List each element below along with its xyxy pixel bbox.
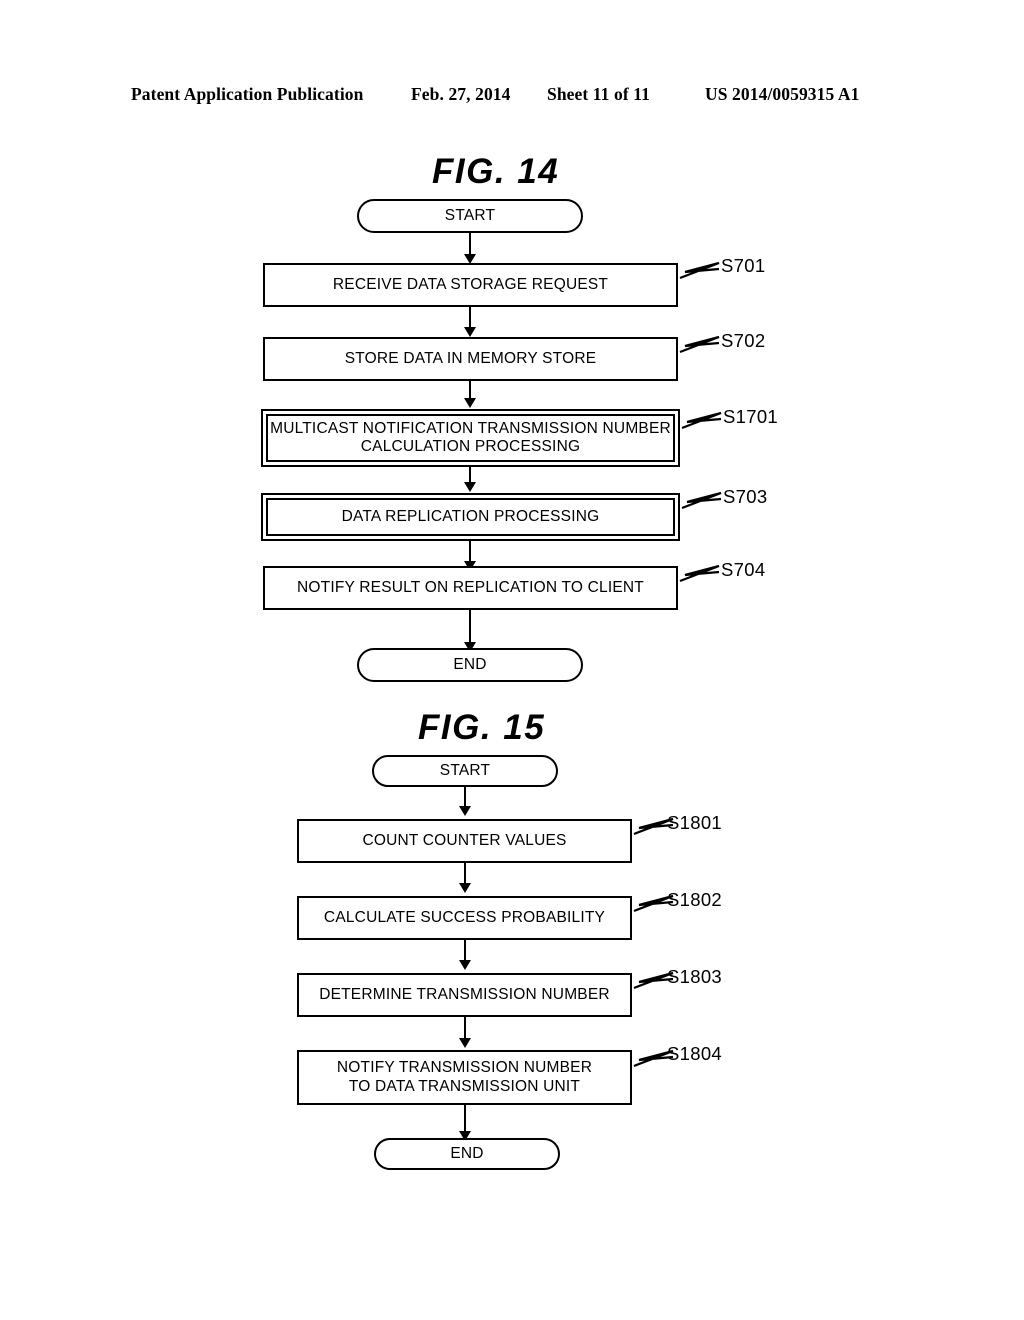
header-patent-number: US 2014/0059315 A1 [705, 84, 860, 104]
fig14-end-terminator: END [357, 648, 583, 682]
fig15-start-terminator: START [372, 755, 558, 787]
fig15-arrowhead-s1804 [459, 1038, 471, 1048]
fig14-leader-s703 [681, 488, 725, 514]
fig14-arrowhead-s703 [464, 482, 476, 492]
fig14-end-label: END [453, 655, 487, 673]
fig15-step-s1804-box: NOTIFY TRANSMISSION NUMBER TO DATA TRANS… [297, 1050, 632, 1105]
fig14-step-ref-s1701: S1701 [723, 406, 778, 427]
fig14-connector-s704-to-end [469, 610, 471, 646]
fig14-leader-s704 [679, 561, 723, 587]
fig14-leader-s1701 [681, 408, 725, 434]
fig14-step-s1701-box: MULTICAST NOTIFICATION TRANSMISSION NUMB… [261, 409, 680, 467]
fig15-step-s1801-label: COUNT COUNTER VALUES [362, 831, 567, 849]
fig15-end-label: END [450, 1144, 484, 1162]
fig14-step-ref-s702: S702 [721, 330, 766, 351]
fig15-arrowhead-s1802 [459, 883, 471, 893]
publication-header: Patent Application Publication Feb. 27, … [0, 84, 1024, 110]
fig14-step-s703-inner-frame: DATA REPLICATION PROCESSING [266, 498, 675, 536]
fig14-step-s704-label: NOTIFY RESULT ON REPLICATION TO CLIENT [297, 578, 644, 596]
figure-15-title: FIG. 15 [418, 708, 546, 747]
fig14-step-s703-box: DATA REPLICATION PROCESSING [261, 493, 680, 541]
fig15-step-ref-s1803: S1803 [667, 966, 722, 987]
fig14-leader-s701 [679, 258, 723, 284]
fig15-step-s1801-box: COUNT COUNTER VALUES [297, 819, 632, 863]
fig15-arrowhead-s1803 [459, 960, 471, 970]
fig14-start-label: START [444, 206, 496, 224]
fig15-start-label: START [439, 761, 491, 779]
fig14-step-s702-label: STORE DATA IN MEMORY STORE [344, 349, 597, 367]
header-publication-title: Patent Application Publication [131, 84, 364, 104]
fig14-step-s702-box: STORE DATA IN MEMORY STORE [263, 337, 678, 381]
fig14-start-terminator: START [357, 199, 583, 233]
fig14-step-s1701-inner-frame: MULTICAST NOTIFICATION TRANSMISSION NUMB… [266, 414, 675, 462]
fig14-leader-s702 [679, 332, 723, 358]
fig15-step-s1803-box: DETERMINE TRANSMISSION NUMBER [297, 973, 632, 1017]
fig14-step-s1701-label: MULTICAST NOTIFICATION TRANSMISSION NUMB… [270, 419, 671, 455]
header-publication-date: Feb. 27, 2014 [411, 84, 511, 104]
fig14-step-ref-s703: S703 [723, 486, 768, 507]
header-sheet-number: Sheet 11 of 11 [547, 84, 650, 104]
fig14-step-s704-box: NOTIFY RESULT ON REPLICATION TO CLIENT [263, 566, 678, 610]
fig15-step-ref-s1801: S1801 [667, 812, 722, 833]
fig15-step-s1804-label: NOTIFY TRANSMISSION NUMBER TO DATA TRANS… [336, 1059, 593, 1095]
fig15-step-ref-s1802: S1802 [667, 889, 722, 910]
fig14-step-s703-label: DATA REPLICATION PROCESSING [341, 507, 600, 525]
fig15-step-s1802-label: CALCULATE SUCCESS PROBABILITY [323, 908, 606, 926]
fig14-arrowhead-s702 [464, 327, 476, 337]
fig15-end-terminator: END [374, 1138, 560, 1170]
fig15-step-ref-s1804: S1804 [667, 1043, 722, 1064]
fig14-step-s701-label: RECEIVE DATA STORAGE REQUEST [332, 275, 609, 293]
fig15-step-s1802-box: CALCULATE SUCCESS PROBABILITY [297, 896, 632, 940]
fig15-arrowhead-s1801 [459, 806, 471, 816]
fig14-step-ref-s701: S701 [721, 255, 766, 276]
fig15-step-s1803-label: DETERMINE TRANSMISSION NUMBER [319, 985, 610, 1003]
fig14-step-s701-box: RECEIVE DATA STORAGE REQUEST [263, 263, 678, 307]
figure-14-title: FIG. 14 [432, 152, 560, 191]
fig14-step-ref-s704: S704 [721, 559, 766, 580]
fig14-arrowhead-s1701 [464, 398, 476, 408]
